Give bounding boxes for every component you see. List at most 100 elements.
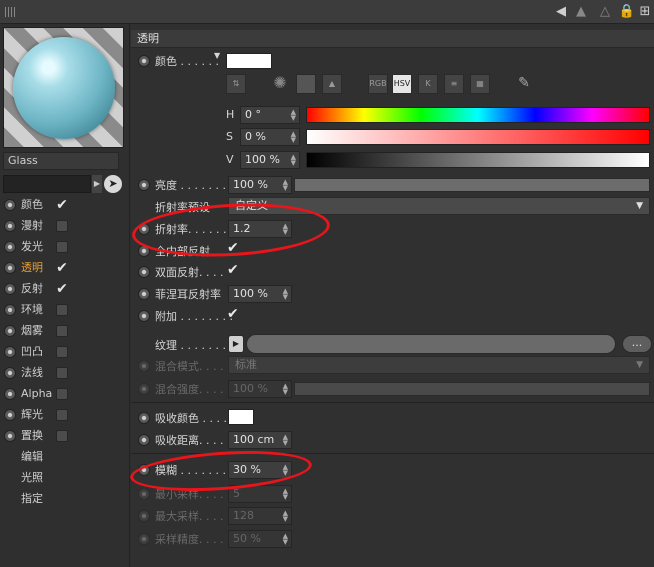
color-picker-sliders-icon[interactable]: ⇅ — [226, 74, 246, 94]
mode-kelvin[interactable]: K — [418, 74, 438, 94]
channel-radio[interactable] — [4, 367, 16, 379]
material-link-field[interactable] — [3, 175, 91, 193]
channel-label[interactable]: 反射 — [21, 279, 43, 299]
channel-radio[interactable] — [4, 409, 16, 421]
channel-label[interactable]: 透明 — [21, 258, 43, 278]
channel-radio[interactable] — [4, 430, 16, 442]
channel-checkbox[interactable] — [56, 367, 68, 379]
channel-radio[interactable] — [4, 199, 16, 211]
material-name-field[interactable]: Glass — [3, 152, 119, 170]
channel-checkbox[interactable]: ✔ — [56, 198, 68, 212]
saturation-slider[interactable] — [306, 129, 650, 145]
color-swatch[interactable] — [226, 53, 272, 69]
channel-item[interactable]: 漫射 — [0, 216, 128, 236]
channel-radio[interactable] — [4, 283, 16, 295]
channel-label[interactable]: 指定 — [21, 489, 43, 509]
channel-radio[interactable] — [4, 346, 16, 358]
mode-hsv[interactable]: HSV — [392, 74, 412, 94]
up-arrow-icon[interactable]: ▲ — [572, 3, 590, 21]
channel-checkbox[interactable] — [56, 241, 68, 253]
channel-radio[interactable] — [4, 220, 16, 232]
material-preview[interactable] — [3, 27, 124, 148]
channel-label[interactable]: 编辑 — [21, 447, 43, 467]
channel-label[interactable]: 光照 — [21, 468, 43, 488]
channel-label[interactable]: 法线 — [21, 363, 43, 383]
channel-label[interactable]: 颜色 — [21, 195, 43, 215]
back-arrow-icon[interactable]: ◀ — [552, 3, 570, 21]
channel-item[interactable]: 烟雾 — [0, 321, 128, 341]
channel-label[interactable]: 烟雾 — [21, 321, 43, 341]
channel-checkbox[interactable] — [56, 388, 68, 400]
channel-label[interactable]: 漫射 — [21, 216, 43, 236]
channel-radio[interactable] — [4, 262, 16, 274]
brightness-input[interactable]: 100 % ▲ ▼ — [228, 176, 292, 194]
channel-item[interactable]: 透明 ✔ — [0, 258, 128, 278]
channel-item[interactable]: 凹凸 — [0, 342, 128, 362]
double-sided-checkbox[interactable]: ✔ — [227, 262, 239, 278]
fresnel-input[interactable]: 100 % ▲ ▼ — [228, 285, 292, 303]
channel-item[interactable]: 发光 — [0, 237, 128, 257]
channel-checkbox[interactable] — [56, 325, 68, 337]
s-input[interactable]: 0 % ▲ ▼ — [240, 128, 300, 146]
channel-label[interactable]: 置换 — [21, 426, 43, 446]
channel-item[interactable]: 辉光 — [0, 405, 128, 425]
channel-item[interactable]: 环境 — [0, 300, 128, 320]
channel-label[interactable]: 辉光 — [21, 405, 43, 425]
channel-checkbox[interactable]: ✔ — [56, 282, 68, 296]
image-picker-icon[interactable]: ▲ — [322, 74, 342, 94]
value-slider[interactable] — [306, 152, 650, 168]
h-input[interactable]: 0 ° ▲ ▼ — [240, 106, 300, 124]
hue-slider[interactable] — [306, 107, 650, 123]
channel-label[interactable]: 环境 — [21, 300, 43, 320]
pick-cursor-icon[interactable]: ➤ — [104, 175, 122, 193]
channel-checkbox[interactable] — [56, 409, 68, 421]
fresnel-radio[interactable] — [138, 288, 150, 300]
color-spectrum-icon[interactable] — [296, 74, 316, 94]
channel-radio[interactable] — [4, 325, 16, 337]
channel-label[interactable]: Alpha — [21, 384, 52, 404]
channel-radio[interactable] — [4, 388, 16, 400]
channel-label[interactable]: 发光 — [21, 237, 43, 257]
channel-checkbox[interactable] — [56, 220, 68, 232]
color-expand-arrow-icon[interactable]: ▼ — [214, 51, 220, 60]
eyedropper-icon[interactable]: ✎ — [514, 74, 534, 94]
channel-item[interactable]: 反射 ✔ — [0, 279, 128, 299]
channel-item[interactable]: 编辑 — [0, 447, 128, 467]
channel-label[interactable]: 凹凸 — [21, 342, 43, 362]
channel-item[interactable]: Alpha — [0, 384, 128, 404]
absorb-color-radio[interactable] — [138, 412, 150, 424]
absorb-distance-input[interactable]: 100 cm ▲ ▼ — [228, 431, 292, 449]
absorb-color-swatch[interactable] — [228, 409, 254, 425]
channel-item[interactable]: 指定 — [0, 489, 128, 509]
channel-checkbox[interactable] — [56, 346, 68, 358]
link-arrow-icon[interactable]: ▶ — [92, 175, 102, 193]
grip-icon[interactable] — [5, 7, 17, 17]
additive-checkbox[interactable]: ✔ — [227, 306, 239, 322]
channel-item[interactable]: 颜色 ✔ — [0, 195, 128, 215]
channel-checkbox[interactable]: ✔ — [56, 261, 68, 275]
v-input[interactable]: 100 % ▲ ▼ — [240, 151, 300, 169]
forward-arrow-icon[interactable]: △ — [596, 3, 614, 21]
channel-checkbox[interactable] — [56, 430, 68, 442]
channel-item[interactable]: 法线 — [0, 363, 128, 383]
mode-rgb[interactable]: RGB — [368, 74, 388, 94]
channel-radio[interactable] — [4, 304, 16, 316]
color-wheel-icon[interactable]: ✺ — [270, 74, 290, 94]
color-anim-radio[interactable] — [138, 55, 150, 67]
mixer-icon[interactable]: ≡ — [444, 74, 464, 94]
brightness-radio[interactable] — [138, 179, 150, 191]
lock-icon[interactable]: 🔒 — [618, 3, 636, 21]
swatches-icon[interactable]: ▦ — [470, 74, 490, 94]
brightness-slider[interactable] — [294, 178, 650, 192]
absorb-distance-radio[interactable] — [138, 434, 150, 446]
channel-radio[interactable] — [4, 241, 16, 253]
add-panel-icon[interactable]: ⊞ — [636, 3, 654, 21]
channel-item[interactable]: 置换 — [0, 426, 128, 446]
texture-browse-button[interactable]: ... — [622, 335, 652, 353]
double-sided-radio[interactable] — [138, 266, 150, 278]
channel-item[interactable]: 光照 — [0, 468, 128, 488]
texture-slot[interactable] — [246, 334, 616, 354]
additive-radio[interactable] — [138, 310, 150, 322]
channel-checkbox[interactable] — [56, 304, 68, 316]
texture-menu-arrow-icon[interactable]: ▶ — [228, 335, 244, 353]
